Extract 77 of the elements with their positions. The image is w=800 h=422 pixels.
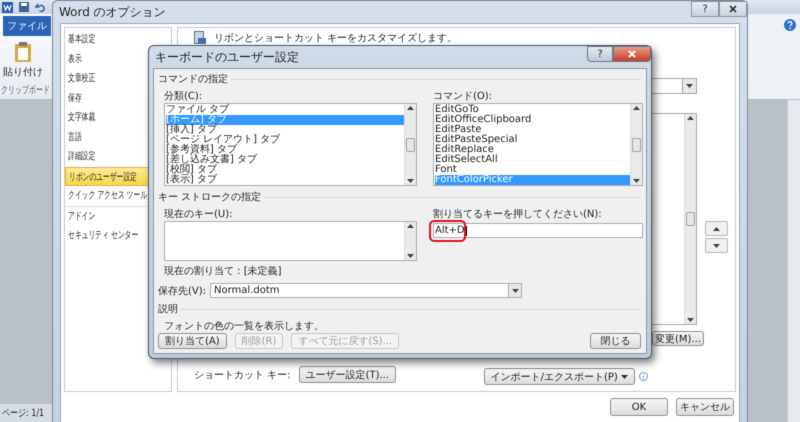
dropdown-value: Normal.dotm (214, 285, 280, 296)
current-assignment: 現在の割り当て : [未定義] (164, 266, 282, 277)
scrollbar[interactable] (630, 104, 642, 185)
list-item[interactable]: ファイル タブ (166, 105, 404, 115)
up-arrow-icon[interactable] (407, 224, 414, 228)
help-icon[interactable] (784, 19, 796, 31)
list-item[interactable]: EditGoTo (435, 105, 630, 115)
down-arrow-icon[interactable] (633, 179, 640, 183)
down-arrow-icon[interactable] (407, 179, 414, 183)
field-label: 現在のキー(U): (164, 208, 234, 221)
group-label: キー ストロークの指定 (158, 190, 262, 204)
list-item[interactable]: EditPasteSpecial (435, 135, 630, 145)
scrollbar[interactable] (404, 104, 416, 185)
ok-button[interactable]: OK (610, 398, 668, 416)
save-in-dropdown[interactable]: Normal.dotm (210, 283, 522, 298)
up-arrow-icon[interactable] (687, 116, 694, 120)
window-title: Word のオプション (59, 4, 166, 20)
undo-icon[interactable] (35, 2, 45, 12)
file-tab[interactable]: ファイル (3, 16, 51, 36)
down-arrow-icon[interactable] (687, 318, 694, 322)
import-export-button[interactable]: インポート/エクスポート(P) (484, 368, 635, 385)
scrollbar[interactable] (787, 100, 800, 422)
command-list[interactable]: EditGoTo EditOfficeClipboard EditPaste EditPasteSpecial EditReplace EditSelectAll Font FontColorPicker (433, 103, 643, 186)
up-arrow-icon[interactable] (633, 106, 640, 110)
page-count: ページ: 1/1 (2, 407, 44, 420)
list-item[interactable]: EditPaste (435, 125, 630, 135)
modify-button[interactable]: 変更(M)... (652, 331, 704, 346)
field-label: 分類(C): (164, 90, 204, 103)
list-item[interactable]: [ページ レイアウト] タブ (166, 135, 404, 145)
customize-button[interactable]: ユーザー設定(T)... (298, 366, 396, 383)
field-label: 割り当てるキーを押してください(N): (433, 208, 603, 221)
list-item[interactable]: [参考資料] タブ (166, 145, 404, 155)
field-label: コマンド(O): (433, 90, 494, 103)
dropdown-arrow-icon[interactable] (686, 84, 693, 88)
paste-button[interactable]: 貼り付け (3, 65, 43, 79)
description-text: フォントの色の一覧を表示します。 (164, 321, 324, 332)
close-button[interactable] (613, 46, 651, 62)
down-arrow-icon[interactable] (407, 254, 414, 258)
list-item[interactable]: EditOfficeClipboard (435, 115, 630, 125)
help-button[interactable]: ? (691, 1, 719, 17)
dropdown-arrow-icon[interactable] (621, 374, 628, 378)
move-down-button[interactable] (705, 238, 728, 253)
close-icon[interactable] (729, 5, 737, 13)
keyboard-settings-icon (194, 31, 206, 44)
scrollbar[interactable] (684, 114, 696, 324)
dialog-button[interactable]: 割り当て(A) (158, 333, 227, 349)
down-arrow-icon[interactable] (713, 244, 720, 248)
list-item[interactable]: EditSelectAll (435, 155, 630, 165)
clipboard-icon[interactable] (14, 42, 32, 62)
scrollbar[interactable] (404, 222, 416, 260)
field-value: Alt+D (435, 225, 465, 236)
group-label: クリップボード (1, 84, 50, 97)
move-up-button[interactable] (705, 221, 728, 236)
word-logo-icon[interactable] (2, 2, 13, 12)
up-arrow-icon[interactable] (407, 106, 414, 110)
help-button[interactable]: ? (587, 46, 613, 62)
shortcut-label: ショートカット キー: (194, 368, 291, 382)
dialog-title: キーボードのユーザー設定 (155, 48, 299, 66)
scrollbar-thumb[interactable] (632, 138, 641, 152)
dropdown-arrow-icon[interactable] (512, 288, 519, 292)
nav-item[interactable]: 基本設定 (65, 30, 171, 50)
group-label: 説明 (158, 302, 178, 316)
close-dialog-button[interactable]: 閉じる (590, 333, 641, 349)
list-item[interactable]: EditReplace (435, 145, 630, 155)
list-item[interactable]: [挿入] タブ (166, 125, 404, 135)
cancel-button[interactable]: キャンセル (676, 398, 734, 416)
list-item[interactable]: [差し込み文書] タブ (166, 155, 404, 165)
up-arrow-icon[interactable] (713, 226, 720, 230)
field-label: 保存先(V): (158, 284, 206, 298)
section-heading: リボンとショートカット キーをカスタマイズします。 (214, 32, 458, 44)
scrollbar-thumb[interactable] (406, 138, 415, 152)
list-item[interactable]: Font (435, 165, 630, 175)
scrollbar-thumb[interactable] (686, 212, 695, 226)
close-button[interactable] (719, 1, 747, 17)
info-icon (639, 372, 648, 381)
group-label: コマンドの指定 (158, 72, 228, 86)
save-icon[interactable] (19, 2, 29, 12)
